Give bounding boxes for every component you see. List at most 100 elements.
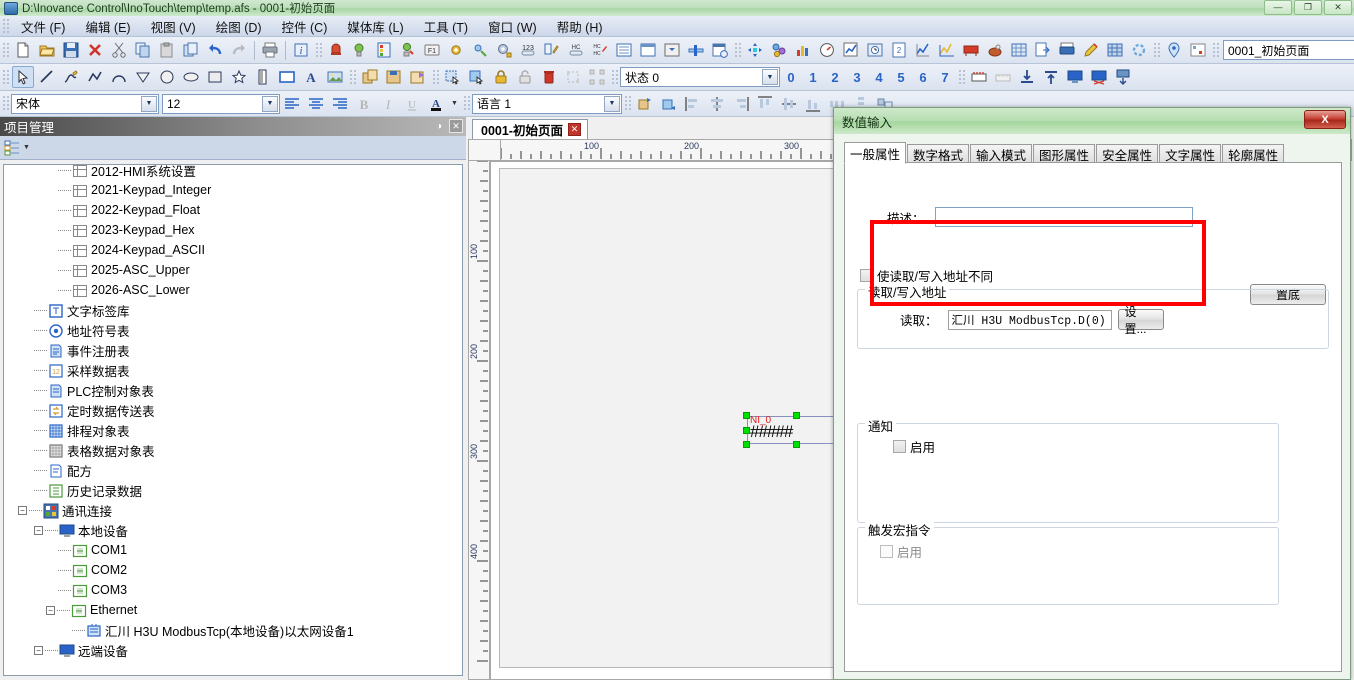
settings-gear-icon[interactable] — [445, 39, 467, 61]
save-group-icon[interactable] — [383, 66, 405, 88]
tree-item-plc-control-table[interactable]: PLC控制对象表 — [4, 380, 444, 400]
select-arrow-icon[interactable] — [12, 66, 34, 88]
export-icon[interactable] — [1032, 39, 1054, 61]
tab-input-mode[interactable]: 输入模式 — [970, 144, 1033, 164]
tree-item-communication-link[interactable]: − 通讯连接 — [4, 500, 444, 520]
tree-item-2025-asc-upper[interactable]: 2025-ASC_Upper — [4, 260, 444, 280]
freehand-icon[interactable] — [60, 66, 82, 88]
clock-object-icon[interactable] — [864, 39, 886, 61]
polygon-icon[interactable] — [132, 66, 154, 88]
tag-icon[interactable] — [1163, 39, 1185, 61]
paste-icon[interactable] — [156, 39, 178, 61]
list-icon[interactable] — [613, 39, 635, 61]
tree-item-2024-keypad-ascii[interactable]: 2024-Keypad_ASCII — [4, 240, 444, 260]
italic-icon[interactable]: I — [377, 93, 399, 115]
minimize-button[interactable]: — — [1264, 0, 1292, 15]
image-icon[interactable] — [324, 66, 346, 88]
table-object-icon[interactable] — [1104, 39, 1126, 61]
tree-item-2023-keypad-hex[interactable]: 2023-Keypad_Hex — [4, 220, 444, 240]
chart-line-icon[interactable] — [912, 39, 934, 61]
toolbar-grip-5[interactable] — [1212, 41, 1219, 59]
open-group-icon[interactable] — [407, 66, 429, 88]
redo-icon[interactable] — [228, 39, 250, 61]
align-top-ruler-icon[interactable] — [968, 66, 990, 88]
cut-icon[interactable] — [108, 39, 130, 61]
chevron-down-icon[interactable]: ▼ — [141, 95, 157, 112]
page-selector-combo[interactable]: 0001_初始页面 ▼ — [1223, 40, 1354, 60]
trend-graph-icon[interactable] — [936, 39, 958, 61]
numeric-input-object[interactable]: NI_0 ##### — [747, 415, 847, 444]
chevron-down-icon[interactable]: ▼ — [762, 69, 778, 85]
state-3-button[interactable]: 3 — [847, 66, 867, 88]
circle-icon[interactable] — [156, 66, 178, 88]
calendar-icon[interactable] — [709, 39, 731, 61]
font-color-dropdown-icon[interactable]: ▼ — [449, 93, 460, 115]
bold-icon[interactable]: B — [353, 93, 375, 115]
menu-media-library[interactable]: 媒体库 (L) — [337, 15, 413, 38]
tree-expander-collapse-icon[interactable]: − — [34, 645, 43, 655]
tree-item-ethernet[interactable]: − Ethernet — [4, 600, 444, 620]
tree-item-com2[interactable]: COM2 — [4, 560, 444, 580]
align-left-icon[interactable] — [281, 93, 303, 115]
delete-icon[interactable] — [84, 39, 106, 61]
state-0-button[interactable]: 0 — [781, 66, 801, 88]
bring-to-front-icon[interactable] — [1040, 66, 1062, 88]
tree-item-2022-keypad-float[interactable]: 2022-Keypad_Float — [4, 200, 444, 220]
state-4-button[interactable]: 4 — [869, 66, 889, 88]
menu-edit[interactable]: 编辑 (E) — [75, 15, 140, 38]
distribute-icon[interactable] — [586, 66, 608, 88]
layer-toolbar-grip[interactable] — [624, 95, 631, 112]
copy-icon[interactable] — [132, 39, 154, 61]
monitor-icon[interactable] — [1064, 66, 1086, 88]
maximize-button[interactable]: ❐ — [1294, 0, 1322, 15]
dialog-close-button[interactable]: X — [1304, 110, 1346, 129]
menu-view[interactable]: 视图 (V) — [141, 15, 206, 38]
tree-expander-collapse-icon[interactable]: − — [46, 605, 55, 615]
menu-draw[interactable]: 绘图 (D) — [206, 15, 272, 38]
toggle-lamp-icon[interactable] — [397, 39, 419, 61]
auto-hide-icon[interactable]: ◑ — [432, 119, 446, 133]
pen-icon[interactable] — [1080, 39, 1102, 61]
language-combo[interactable]: 语言 1 ▼ — [472, 93, 622, 114]
align-objects-center-icon[interactable] — [706, 93, 728, 115]
layer-up-icon[interactable] — [634, 93, 656, 115]
state-2-button[interactable]: 2 — [825, 66, 845, 88]
lock-icon[interactable] — [490, 66, 512, 88]
tree-item-remote-device[interactable]: − 远端设备 — [4, 640, 444, 660]
tree-item-address-symbol-table[interactable]: 地址符号表 — [4, 320, 444, 340]
gauge-icon[interactable] — [816, 39, 838, 61]
undo-icon[interactable] — [204, 39, 226, 61]
toolbar-grip-1[interactable] — [2, 41, 9, 59]
chevron-down-icon[interactable]: ▼ — [262, 95, 278, 112]
menu-window[interactable]: 窗口 (W) — [478, 15, 547, 38]
tree-item-h3u-modbustcp-device[interactable]: 汇川 H3U ModbusTcp(本地设备)以太网设备1 — [4, 620, 444, 640]
font-family-combo[interactable]: 宋体 ▼ — [11, 93, 159, 114]
align-group-icon[interactable] — [562, 66, 584, 88]
state-6-button[interactable]: 6 — [913, 66, 933, 88]
underline-icon[interactable]: U — [401, 93, 423, 115]
download-device-icon[interactable] — [1112, 66, 1134, 88]
scale-icon[interactable] — [252, 66, 274, 88]
grid2-icon[interactable] — [1187, 39, 1209, 61]
rectangle-icon[interactable] — [204, 66, 226, 88]
selection-handle-n[interactable] — [793, 412, 800, 419]
align-objects-left-icon[interactable] — [682, 93, 704, 115]
tree-expander-collapse-icon[interactable]: − — [34, 525, 43, 535]
project-view-icon[interactable] — [4, 140, 20, 156]
move-icon[interactable] — [744, 39, 766, 61]
state-7-button[interactable]: 7 — [935, 66, 955, 88]
align-objects-middle-icon[interactable] — [778, 93, 800, 115]
panel-close-icon[interactable]: ✕ — [449, 119, 463, 133]
tab-graphic-properties[interactable]: 图形属性 — [1033, 144, 1096, 164]
tree-item-com1[interactable]: COM1 — [4, 540, 444, 560]
tab-text-properties[interactable]: 文字属性 — [1159, 144, 1222, 164]
animation-icon[interactable] — [469, 39, 491, 61]
progress-icon[interactable] — [1128, 39, 1150, 61]
frame-icon[interactable] — [276, 66, 298, 88]
slider-icon[interactable] — [685, 39, 707, 61]
open-file-icon[interactable] — [36, 39, 58, 61]
page2-icon[interactable]: 2 — [888, 39, 910, 61]
tree-item-table-data-object[interactable]: 表格数据对象表 — [4, 440, 444, 460]
alarm-icon[interactable] — [325, 39, 347, 61]
trash-icon[interactable] — [538, 66, 560, 88]
